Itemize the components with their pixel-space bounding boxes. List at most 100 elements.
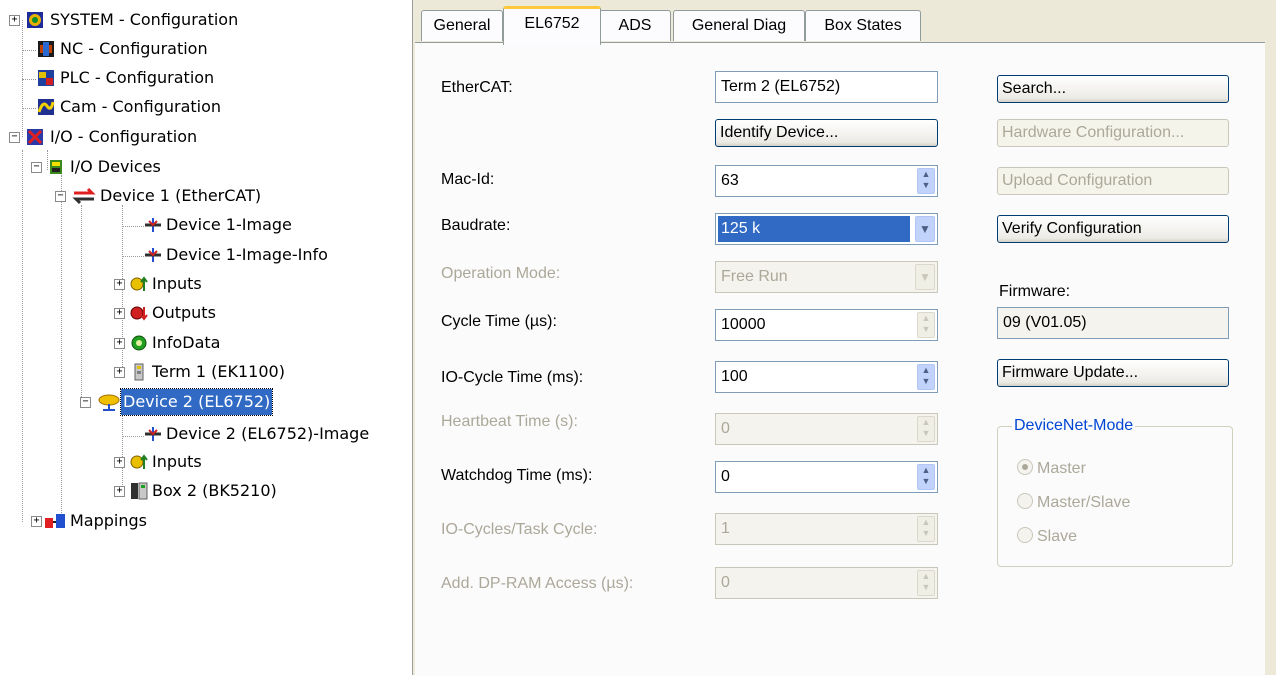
tab-el6752[interactable]: EL6752	[503, 6, 601, 45]
devicenet-mode-legend: DeviceNet-Mode	[1014, 417, 1134, 434]
plc-config-icon	[38, 70, 54, 86]
tree-item-label: Inputs	[152, 274, 202, 293]
watchdog-time-spinbox[interactable]: 0 ▲ ▼	[715, 461, 938, 493]
ethercat-field: Term 2 (EL6752)	[715, 71, 938, 103]
identify-device-button[interactable]: Identify Device...	[715, 119, 938, 147]
tab-general-diag[interactable]: General Diag	[673, 10, 805, 41]
chevron-down-icon[interactable]: ▼	[915, 264, 935, 290]
spin-arrows-icon[interactable]: ▲ ▼	[917, 364, 935, 390]
spin-arrows-icon[interactable]: ▲ ▼	[917, 168, 935, 194]
io-cycle-time-label: IO-Cycle Time (ms):	[441, 369, 584, 386]
box-icon	[131, 482, 148, 500]
collapse-icon[interactable]: −	[9, 132, 20, 143]
baudrate-value: 125 k	[718, 216, 910, 242]
firmware-update-button[interactable]: Firmware Update...	[997, 359, 1229, 387]
operation-mode-dropdown[interactable]: Free Run ▼	[715, 261, 938, 293]
tree-item-label: PLC - Configuration	[60, 68, 215, 87]
spin-arrows-icon[interactable]: ▲ ▼	[917, 312, 935, 338]
tree-item-label: Device 1-Image	[166, 215, 292, 234]
tree-item-device1[interactable]: − Device 1 (EtherCAT)	[0, 183, 410, 209]
expand-icon[interactable]: +	[114, 279, 125, 290]
radio-slave[interactable]: Slave	[1017, 527, 1077, 546]
verify-configuration-button[interactable]: Verify Configuration	[997, 215, 1229, 243]
radio-selected-icon	[1017, 459, 1033, 475]
io-cycles-task-spinbox[interactable]: 1 ▲ ▼	[715, 513, 938, 545]
macid-value: 63	[721, 172, 739, 189]
ethercat-device-icon	[72, 187, 96, 205]
upload-configuration-button[interactable]: Upload Configuration	[997, 167, 1229, 195]
terminal-icon	[134, 363, 144, 381]
expand-icon[interactable]: +	[114, 367, 125, 378]
tree-item-label: I/O Devices	[70, 157, 161, 176]
tree-item-infodata[interactable]: + InfoData	[0, 330, 410, 356]
tree-item-outputs[interactable]: + Outputs	[0, 300, 410, 326]
tree-item-inputs[interactable]: + Inputs	[0, 271, 410, 297]
collapse-icon[interactable]: −	[80, 397, 91, 408]
tree-item-label: Box 2 (BK5210)	[152, 481, 277, 500]
tree-item-label: Outputs	[152, 303, 216, 322]
tree-item-nc[interactable]: NC - Configuration	[0, 36, 410, 62]
tab-ads[interactable]: ADS	[599, 10, 671, 41]
tree-item-inputs-2[interactable]: + Inputs	[0, 449, 410, 475]
baudrate-dropdown[interactable]: 125 k ▼	[715, 213, 938, 245]
hardware-configuration-button[interactable]: Hardware Configuration...	[997, 119, 1229, 147]
tree-item-label: InfoData	[152, 333, 221, 352]
tree-item-io-devices[interactable]: − I/O Devices	[0, 154, 410, 180]
tree-item-device2-image[interactable]: Device 2 (EL6752)-Image	[0, 421, 410, 447]
tree-item-term1[interactable]: + Term 1 (EK1100)	[0, 359, 410, 385]
firmware-field: 09 (V01.05)	[997, 307, 1229, 339]
macid-spinbox[interactable]: 63 ▲ ▼	[715, 165, 938, 197]
tree-item-label: Device 2 (EL6752)-Image	[166, 424, 370, 443]
tree-item-device1-image[interactable]: Device 1-Image	[0, 212, 410, 238]
io-config-icon	[27, 129, 43, 145]
io-cycles-task-label: IO-Cycles/Task Cycle:	[441, 521, 598, 538]
search-button[interactable]: Search...	[997, 75, 1229, 103]
tab-box-states[interactable]: Box States	[805, 10, 921, 41]
io-devices-icon	[50, 160, 62, 174]
radio-master[interactable]: Master	[1017, 459, 1086, 478]
tree-item-device2[interactable]: − Device 2 (EL6752)	[0, 388, 410, 416]
expand-icon[interactable]: +	[114, 457, 125, 468]
expand-icon[interactable]: +	[9, 15, 20, 26]
tree-item-io[interactable]: − I/O - Configuration	[0, 124, 410, 150]
tree-item-plc[interactable]: PLC - Configuration	[0, 65, 410, 91]
expand-icon[interactable]: +	[31, 516, 42, 527]
spin-arrows-icon[interactable]: ▲ ▼	[917, 464, 935, 490]
radio-slave-label: Slave	[1037, 528, 1078, 545]
spin-arrows-icon[interactable]: ▲ ▼	[917, 416, 935, 442]
inputs-icon	[130, 454, 148, 469]
io-cycle-time-spinbox[interactable]: 100 ▲ ▼	[715, 361, 938, 393]
spin-arrows-icon[interactable]: ▲ ▼	[917, 570, 935, 596]
collapse-icon[interactable]: −	[55, 191, 66, 202]
tree-item-mappings[interactable]: + Mappings	[0, 508, 410, 534]
image-icon	[145, 218, 161, 232]
baudrate-label: Baudrate:	[441, 217, 511, 234]
outputs-icon	[130, 306, 148, 321]
tree-item-system[interactable]: + SYSTEM - Configuration	[0, 7, 410, 33]
heartbeat-time-value: 0	[721, 420, 730, 437]
spin-arrows-icon[interactable]: ▲ ▼	[917, 516, 935, 542]
expand-icon[interactable]: +	[114, 308, 125, 319]
collapse-icon[interactable]: −	[31, 162, 42, 173]
operation-mode-value: Free Run	[721, 268, 788, 285]
tree-item-label: NC - Configuration	[60, 39, 208, 58]
cycle-time-spinbox[interactable]: 10000 ▲ ▼	[715, 309, 938, 341]
operation-mode-label: Operation Mode:	[441, 265, 561, 282]
radio-master-slave-label: Master/Slave	[1037, 494, 1131, 511]
dpram-access-spinbox[interactable]: 0 ▲ ▼	[715, 567, 938, 599]
expand-icon[interactable]: +	[114, 486, 125, 497]
dpram-access-value: 0	[721, 574, 730, 591]
tab-general[interactable]: General	[421, 10, 503, 41]
expand-icon[interactable]: +	[114, 338, 125, 349]
tree-item-box2[interactable]: + Box 2 (BK5210)	[0, 478, 410, 504]
tree-item-label: Term 1 (EK1100)	[152, 362, 285, 381]
radio-master-slave[interactable]: Master/Slave	[1017, 493, 1130, 512]
cycle-time-value: 10000	[721, 316, 766, 333]
tree-view[interactable]: + SYSTEM - Configuration NC - Configurat…	[0, 0, 410, 675]
heartbeat-time-spinbox[interactable]: 0 ▲ ▼	[715, 413, 938, 445]
chevron-down-icon[interactable]: ▼	[915, 216, 935, 242]
tree-item-device1-image-info[interactable]: Device 1-Image-Info	[0, 242, 410, 268]
tree-item-cam[interactable]: Cam - Configuration	[0, 94, 410, 120]
tree-item-label-selected: Device 2 (EL6752)	[119, 388, 274, 416]
watchdog-time-value: 0	[721, 468, 730, 485]
